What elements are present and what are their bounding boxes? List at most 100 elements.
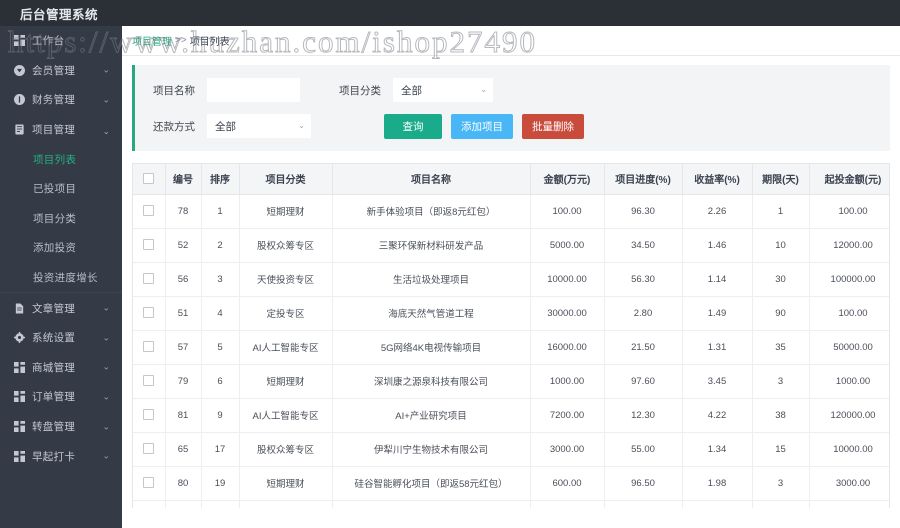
sidebar-item-label: 转盘管理	[32, 421, 76, 434]
breadcrumb-current: 项目列表	[189, 37, 230, 48]
cell-progress: 34.50	[604, 228, 683, 263]
cell-select[interactable]	[133, 500, 166, 508]
project-name-input[interactable]	[207, 78, 300, 102]
sidebar-item-label: 工作台	[32, 35, 65, 48]
sidebar-item-system-settings[interactable]: 系统设置 ⌄	[0, 323, 122, 353]
cell-id: 59	[165, 500, 202, 508]
cell-id: 79	[165, 364, 202, 399]
row-checkbox[interactable]	[143, 341, 155, 353]
document-icon	[13, 302, 25, 314]
cell-rate: 1.98	[682, 466, 753, 501]
sidebar-item-mall[interactable]: 商城管理 ⌄	[0, 353, 122, 383]
add-project-button[interactable]: 添加项目	[451, 113, 513, 139]
table-row[interactable]: 65 17 股权众筹专区 伊犁川宁生物技术有限公司 3000.00 55.00 1.34 15…	[133, 432, 889, 467]
cell-id: 56	[165, 262, 202, 297]
cell-id: 65	[165, 432, 202, 467]
table-row[interactable]: 57 5 AI人工智能专区 5G网络4K电视传输项目 16000.00 21.50 1.31…	[133, 330, 889, 365]
cell-amount: 16000.00	[530, 330, 605, 365]
row-checkbox[interactable]	[143, 239, 155, 251]
table-row[interactable]: 80 19 短期理财 硅谷智能孵化项目（即返58元红包） 600.00 96.50 1.98…	[133, 466, 889, 501]
cell-select[interactable]	[133, 296, 166, 331]
cell-days: 90	[752, 296, 810, 331]
cell-rate: 1.34	[682, 432, 753, 467]
sidebar-subitem-invested-projects[interactable]: 已投项目	[0, 174, 122, 204]
gear-icon	[13, 332, 25, 344]
app-title: 后台管理系统	[20, 7, 99, 22]
sidebar-item-projects[interactable]: 项目管理 ⌃	[0, 115, 122, 145]
breadcrumb-parent[interactable]: 项目管理	[132, 33, 172, 48]
sidebar-item-workbench[interactable]: 工作台	[0, 26, 122, 56]
sidebar-item-members[interactable]: 会员管理 ⌄	[0, 56, 122, 86]
cell-select[interactable]	[133, 330, 166, 365]
table-row[interactable]: 81 9 AI人工智能专区 AI+产业研究项目 7200.00 12.30 4.22 38 12…	[133, 398, 889, 433]
cell-days: 3	[752, 364, 810, 399]
row-checkbox[interactable]	[143, 409, 155, 421]
cell-id: 52	[165, 228, 202, 263]
sidebar-item-articles[interactable]: 文章管理 ⌄	[0, 293, 122, 323]
project-name-label: 项目名称	[153, 84, 195, 97]
sidebar-item-turntable[interactable]: 转盘管理 ⌄	[0, 412, 122, 442]
cell-order: 4	[201, 296, 240, 331]
table-row[interactable]: 78 1 短期理财 新手体验项目（即返8元红包） 100.00 96.30 2.26 1 100…	[133, 194, 889, 229]
table-row[interactable]: 52 2 股权众筹专区 三聚环保新材料研发产品 5000.00 34.50 1.46 10 12…	[133, 228, 889, 263]
row-checkbox[interactable]	[143, 477, 155, 489]
cell-order: 5	[201, 330, 240, 365]
row-checkbox[interactable]	[143, 375, 155, 387]
chevron-down-icon: ⌄	[102, 361, 110, 372]
sidebar-subitem-add-investment[interactable]: 添加投资	[0, 233, 122, 263]
cell-min: 100000.00	[809, 262, 889, 297]
cell-select[interactable]	[133, 466, 166, 501]
cell-days: 1	[752, 194, 810, 229]
cell-rate: 3.45	[682, 364, 753, 399]
table-body: 78 1 短期理财 新手体验项目（即返8元红包） 100.00 96.30 2.26 1 100…	[133, 194, 889, 508]
sidebar-item-morning-checkin[interactable]: 早起打卡 ⌄	[0, 441, 122, 471]
cell-id: 81	[165, 398, 202, 433]
chevron-down-icon: ⌄	[102, 332, 110, 343]
cell-select[interactable]	[133, 194, 166, 229]
filter-row-1: 项目名称 项目分类 全部 ⌄	[153, 77, 890, 103]
cell-min: 3000.00	[809, 466, 889, 501]
select-all-checkbox[interactable]	[143, 173, 155, 185]
sidebar-subitem-label: 项目列表	[33, 153, 77, 166]
cell-days: 30	[752, 262, 810, 297]
project-category-select[interactable]: 全部 ⌄	[393, 78, 493, 102]
sidebar-subitem-investment-progress-growth[interactable]: 投资进度增长	[0, 263, 122, 293]
th-select-all[interactable]	[133, 164, 166, 195]
cell-select[interactable]	[133, 262, 166, 297]
cell-amount: 600.00	[530, 466, 605, 501]
chevron-down-icon: ⌄	[480, 85, 487, 94]
row-checkbox[interactable]	[143, 273, 155, 285]
batch-delete-button[interactable]: 批量删除	[522, 113, 584, 139]
grid-icon	[13, 450, 25, 462]
cell-name: 伊犁川宁生物技术有限公司	[332, 432, 531, 467]
cell-progress: 42.60	[604, 500, 683, 508]
repayment-method-select[interactable]: 全部 ⌄	[207, 114, 311, 138]
cell-days: 35	[752, 330, 810, 365]
cell-select[interactable]	[133, 228, 166, 263]
cell-category: AI人工智能专区	[239, 330, 333, 365]
project-category-label: 项目分类	[339, 84, 381, 97]
cell-name: 新手体验项目（即返8元红包）	[332, 194, 531, 229]
sidebar-item-orders[interactable]: 订单管理 ⌄	[0, 382, 122, 412]
row-checkbox[interactable]	[143, 307, 155, 319]
cell-select[interactable]	[133, 398, 166, 433]
cell-days: 10	[752, 228, 810, 263]
row-checkbox[interactable]	[143, 443, 155, 455]
cell-days: 3	[752, 466, 810, 501]
cell-select[interactable]	[133, 364, 166, 399]
table-row[interactable]: 51 4 定投专区 海底天然气管道工程 30000.00 2.80 1.49 90 100.00…	[133, 296, 889, 331]
cell-name: 硅谷智能孵化项目（即返58元红包）	[332, 466, 531, 501]
sidebar-subitem-project-category[interactable]: 项目分类	[0, 204, 122, 234]
sidebar-item-label: 系统设置	[32, 332, 76, 345]
sidebar-nav[interactable]: 工作台 会员管理 ⌄ 财务管理 ⌄ 项目管理 ⌃ 项目列表 已投项目 项目分类 …	[0, 26, 122, 528]
table-row[interactable]: 79 6 短期理财 深圳康之源泉科技有限公司 1000.00 97.60 3.45 3 1000…	[133, 364, 889, 399]
row-checkbox[interactable]	[143, 205, 155, 217]
sidebar-item-finance[interactable]: 财务管理 ⌄	[0, 85, 122, 115]
sidebar-subitem-project-list[interactable]: 项目列表	[0, 144, 122, 174]
repayment-method-label: 还款方式	[153, 120, 195, 133]
repayment-method-value: 全部	[215, 120, 236, 133]
query-button[interactable]: 查询	[384, 113, 442, 139]
table-row[interactable]: 56 3 天使投资专区 生活垃圾处理项目 10000.00 56.30 1.14 30 1000…	[133, 262, 889, 297]
cell-select[interactable]	[133, 432, 166, 467]
table-row[interactable]: 5921天使投资专区新能源出租车充电桩项目58000.0042.601.5620…	[133, 500, 889, 508]
